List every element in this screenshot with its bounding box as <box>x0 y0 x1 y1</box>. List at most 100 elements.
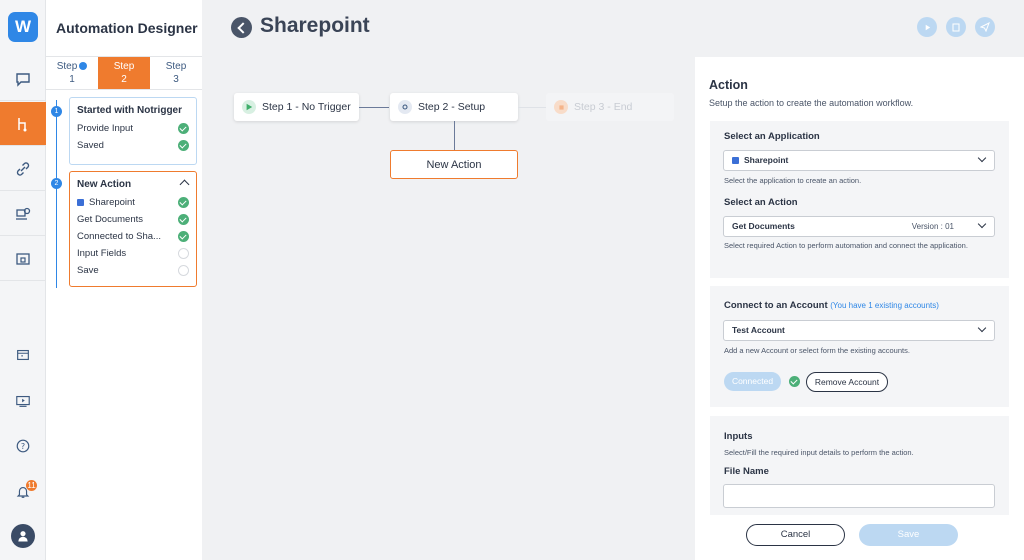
application-hint: Select the application to create an acti… <box>724 176 862 185</box>
new-action-node[interactable]: New Action <box>390 150 518 179</box>
connected-check-icon <box>789 376 800 387</box>
page-title: Sharepoint <box>260 14 370 37</box>
pending-circle-icon <box>178 248 189 259</box>
connector-line <box>454 121 455 150</box>
step-tab-3[interactable]: Step 3 <box>150 57 202 89</box>
flow-node-step1[interactable]: Step 1 - No Trigger <box>234 93 359 121</box>
back-button[interactable] <box>231 17 252 38</box>
step-tab-1[interactable]: Step 1 <box>46 57 98 89</box>
rail-notifications[interactable]: 11 <box>0 477 46 507</box>
action-step-box[interactable]: New Action Sharepoint Get Documents Conn… <box>69 171 197 287</box>
left-rail: W ? 11 <box>0 0 46 560</box>
clipboard-icon <box>952 23 960 32</box>
connector-line <box>518 107 546 108</box>
chevron-down-icon <box>977 323 987 333</box>
step-complete-icon <box>79 62 88 71</box>
check-icon <box>178 214 189 225</box>
step-tabs: Step 1 Step 2 Step 3 <box>46 56 202 90</box>
workflow-icon <box>18 117 27 131</box>
connect-account-label: Connect to an Account (You have 1 existi… <box>724 300 939 311</box>
file-name-input[interactable] <box>723 484 995 508</box>
rail-help[interactable]: ? <box>0 431 46 461</box>
select-application-label: Select an Application <box>724 131 820 142</box>
chevron-down-icon <box>977 219 987 229</box>
devices-icon <box>16 207 31 220</box>
file-name-label: File Name <box>724 466 769 477</box>
account-card: Connect to an Account (You have 1 existi… <box>710 286 1009 407</box>
play-icon <box>925 24 930 30</box>
panel-title: Automation Designer <box>56 20 198 36</box>
sharepoint-icon <box>77 198 84 206</box>
trigger-step-box[interactable]: Started with Notrigger Provide Input Sav… <box>69 97 197 165</box>
list-item: Saved <box>70 137 196 154</box>
play-icon <box>242 100 256 114</box>
remove-account-button[interactable]: Remove Account <box>806 372 888 392</box>
inputs-label: Inputs <box>724 431 753 442</box>
application-card: Select an Application Sharepoint Select … <box>710 121 1009 278</box>
action-panel-subtitle: Setup the action to create the automatio… <box>709 98 914 108</box>
list-item: Save <box>70 262 196 279</box>
rail-chat[interactable] <box>0 57 46 101</box>
save-button[interactable]: Save <box>859 524 958 546</box>
play-screen-icon <box>16 395 30 407</box>
pending-circle-icon <box>178 265 189 276</box>
chat-icon <box>16 72 30 87</box>
list-item: Provide Input <box>70 120 196 137</box>
user-avatar[interactable] <box>11 524 35 548</box>
steps-panel: Automation Designer Step 1 Step 2 Step 3… <box>46 0 202 560</box>
action-panel-title: Action <box>709 78 748 92</box>
rail-store[interactable] <box>0 237 46 281</box>
action-version: Version : 01 <box>911 222 954 231</box>
step-number-2: 2 <box>51 178 62 189</box>
inputs-hint: Select/Fill the required input details t… <box>724 448 914 457</box>
list-item: Input Fields <box>70 245 196 262</box>
svg-text:?: ? <box>21 442 25 451</box>
action-select[interactable]: Get Documents Version : 01 <box>723 216 995 237</box>
check-icon <box>178 123 189 134</box>
flow-node-step2[interactable]: Step 2 - Setup <box>390 93 518 121</box>
user-icon <box>18 531 28 542</box>
send-icon <box>980 22 990 32</box>
app-logo[interactable]: W <box>8 12 38 42</box>
link-icon <box>16 161 30 176</box>
list-item: Sharepoint <box>70 194 196 211</box>
account-hint: Add a new Account or select form the exi… <box>724 346 910 355</box>
rail-devices[interactable] <box>0 192 46 236</box>
rail-calendar[interactable] <box>0 340 46 370</box>
rail-links[interactable] <box>0 147 46 191</box>
trigger-step-title: Started with Notrigger <box>77 105 183 116</box>
rail-workflow[interactable] <box>0 102 46 146</box>
check-icon <box>178 197 189 208</box>
application-select[interactable]: Sharepoint <box>723 150 995 171</box>
existing-accounts-note: (You have 1 existing accounts) <box>830 301 939 310</box>
gear-icon <box>398 100 412 114</box>
help-icon: ? <box>16 439 30 453</box>
store-icon <box>16 252 30 265</box>
calendar-icon <box>17 349 29 361</box>
sharepoint-icon <box>732 157 739 165</box>
test-button[interactable] <box>946 17 966 37</box>
action-hint: Select required Action to perform automa… <box>724 241 968 250</box>
account-select[interactable]: Test Account <box>723 320 995 341</box>
select-action-label: Select an Action <box>724 197 798 208</box>
action-step-title: New Action <box>77 179 132 190</box>
list-item: Get Documents <box>70 211 196 228</box>
step-number-1: 1 <box>51 106 62 117</box>
connector-line <box>359 107 389 108</box>
notification-badge: 11 <box>26 480 37 491</box>
step-tab-2[interactable]: Step 2 <box>98 57 150 89</box>
connected-button[interactable]: Connected <box>724 372 781 391</box>
steps-timeline <box>56 100 57 288</box>
list-item: Connected to Sha... <box>70 228 196 245</box>
stop-icon <box>554 100 568 114</box>
publish-button[interactable] <box>975 17 995 37</box>
run-button[interactable] <box>917 17 937 37</box>
check-icon <box>178 140 189 151</box>
chevron-down-icon <box>977 153 987 163</box>
action-footer: Cancel Save <box>695 515 1024 560</box>
action-panel: Action Setup the action to create the au… <box>695 57 1024 560</box>
inputs-card: Inputs Select/Fill the required input de… <box>710 416 1009 515</box>
flow-node-step3[interactable]: Step 3 - End <box>546 93 674 121</box>
cancel-button[interactable]: Cancel <box>746 524 845 546</box>
rail-media[interactable] <box>0 386 46 416</box>
